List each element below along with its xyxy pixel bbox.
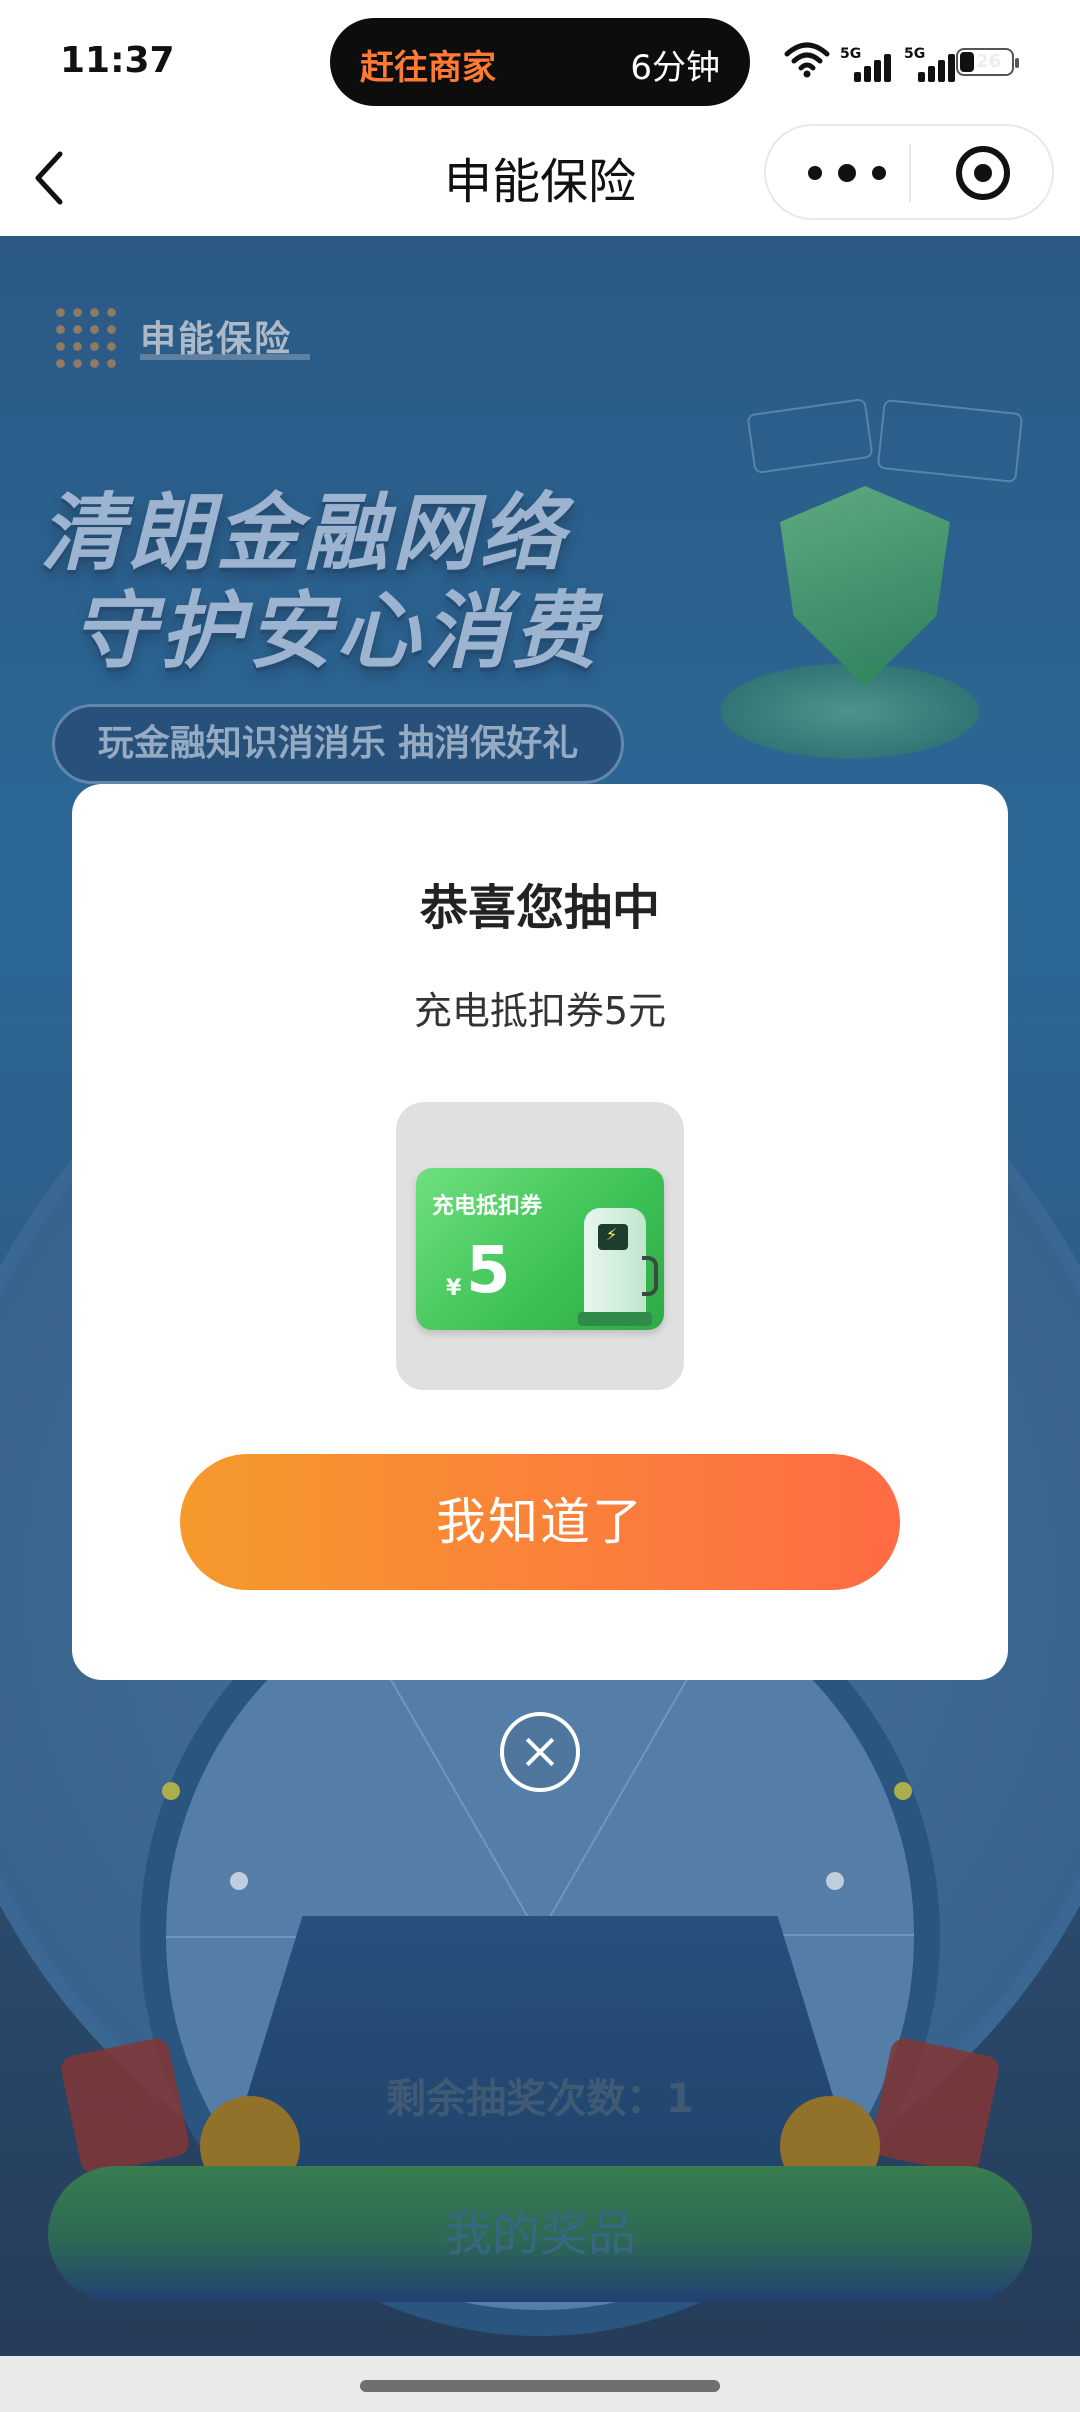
wifi-icon [784,42,830,78]
confirm-button[interactable]: 我知道了 [180,1454,900,1590]
system-icons: 5G 5G 26 [784,42,1019,82]
coupon-amount: 5 [466,1234,511,1308]
prize-modal: 恭喜您抽中 充电抵扣券5元 充电抵扣券 ¥ 5 我知道了 [72,784,1008,1680]
signal-icon-2 [918,52,958,82]
close-icon[interactable] [500,1712,580,1792]
live-activity-pill[interactable]: 赶往商家 6分钟 [330,18,750,106]
live-activity-label: 赶往商家 [360,48,496,88]
nav-bar: 申能保险 [0,120,1080,236]
prize-name: 充电抵扣券5元 [413,989,667,1033]
status-bar: 11:37 赶往商家 6分钟 5G 5G 26 [0,0,1080,120]
close-miniprogram-icon[interactable] [956,146,1010,200]
more-menu-icon[interactable] [808,164,898,184]
home-indicator[interactable] [360,2380,720,2392]
charging-coupon-card: 充电抵扣券 ¥ 5 [416,1168,664,1330]
coupon-currency: ¥ [446,1276,462,1301]
status-time: 11:37 [60,40,175,81]
capsule-divider [909,144,911,202]
battery-icon: 26 [956,48,1019,76]
coupon-label: 充电抵扣券 [432,1194,543,1219]
live-activity-eta: 6分钟 [630,48,720,88]
miniprogram-capsule [764,124,1054,220]
signal-icon-1 [854,52,894,82]
prize-image-box: 充电抵扣券 ¥ 5 [396,1102,684,1390]
modal-title: 恭喜您抽中 [419,880,660,936]
charging-pile-icon [578,1208,658,1326]
battery-level: 26 [976,51,1002,72]
